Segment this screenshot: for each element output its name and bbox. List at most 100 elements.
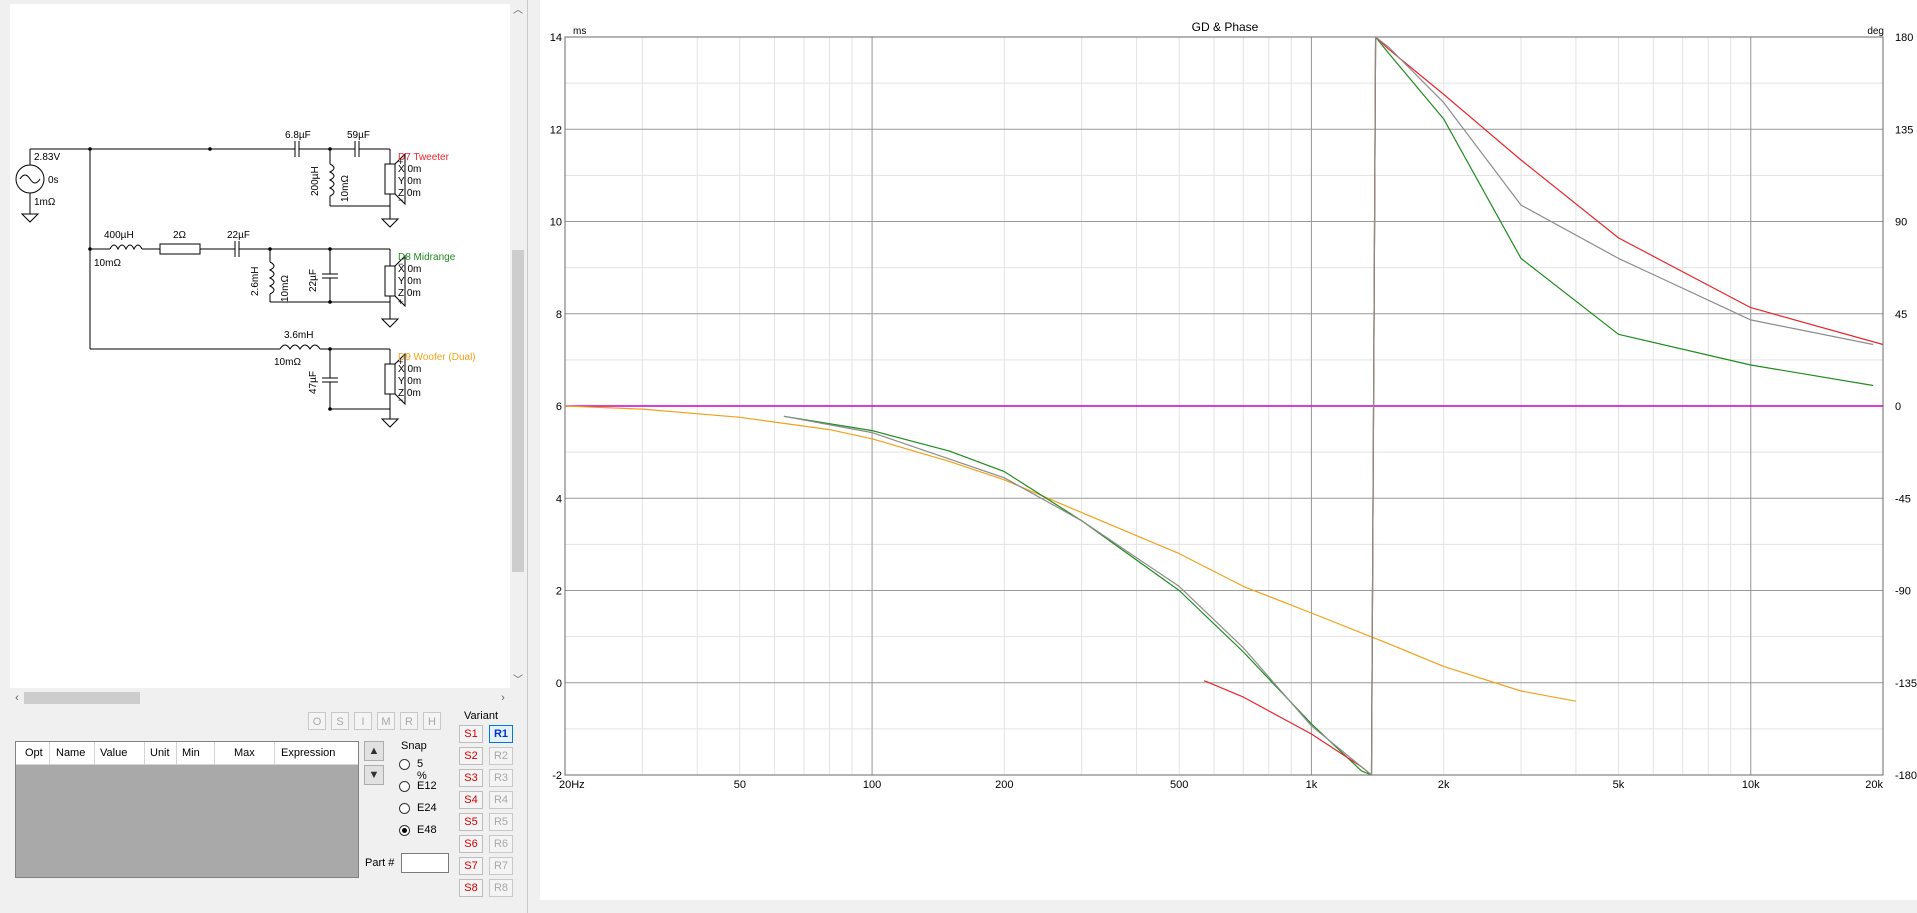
col-opt[interactable]: Opt — [25, 747, 43, 759]
variant-r5-button[interactable]: R5 — [489, 813, 513, 831]
col-max[interactable]: Max — [234, 747, 255, 759]
opt-o-button[interactable]: O — [308, 712, 326, 730]
schematic-canvas[interactable]: 2.83V 0s 1mΩ 6.8µF 59µF 200µH 10mΩ 400µH… — [10, 4, 510, 688]
y-left-tick-label: 4 — [556, 493, 562, 505]
mid-l2-label: 2.6mH — [250, 267, 261, 296]
move-down-button[interactable]: ▼ — [364, 765, 384, 785]
vertical-scroll-thumb[interactable] — [512, 250, 524, 572]
scroll-up-icon[interactable]: ︿ — [510, 4, 526, 18]
tw-l-label: 200µH — [310, 166, 321, 196]
part-number-label: Part # — [365, 857, 395, 869]
variant-s6-button[interactable]: S6 — [459, 835, 483, 853]
x-tick-label: 5k — [1613, 779, 1625, 791]
svg-text:+: + — [398, 157, 403, 167]
tweeter-driver-symbol[interactable] — [384, 163, 396, 195]
variant-s1-button[interactable]: S1 — [459, 725, 483, 743]
x-tick-label: 50 — [734, 779, 746, 791]
schematic-vertical-scrollbar[interactable]: ︿ ﹀ — [510, 4, 526, 688]
radio-icon[interactable] — [399, 781, 410, 792]
x-tick-label: 1k — [1306, 779, 1318, 791]
radio-selected-icon[interactable] — [399, 825, 410, 836]
opt-r-button[interactable]: R — [400, 712, 418, 730]
scroll-left-icon[interactable]: ‹ — [10, 690, 24, 706]
opt-i-button[interactable]: I — [354, 712, 372, 730]
col-unit[interactable]: Unit — [150, 747, 170, 759]
scroll-right-icon[interactable]: › — [496, 690, 510, 706]
scroll-down-icon[interactable]: ﹀ — [510, 674, 526, 688]
radio-icon[interactable] — [399, 803, 410, 814]
x-tick-label: 500 — [1170, 779, 1188, 791]
variant-s3-button[interactable]: S3 — [459, 769, 483, 787]
col-min[interactable]: Min — [182, 747, 200, 759]
y-right-unit-label: deg — [1867, 26, 1884, 37]
y-right-tick-label: 180 — [1895, 32, 1913, 44]
opt-m-button[interactable]: M — [377, 712, 395, 730]
variant-r4-button[interactable]: R4 — [489, 791, 513, 809]
col-name[interactable]: Name — [56, 747, 85, 759]
driver-woofer-y: Y 0m — [398, 376, 421, 387]
snap-group: Snap 5 % E12 E24 E48 — [399, 740, 437, 836]
svg-text:+: + — [398, 357, 403, 367]
variant-r1-button[interactable]: R1 — [489, 725, 513, 743]
svg-text:−: − — [398, 395, 403, 405]
opt-s-button[interactable]: S — [331, 712, 349, 730]
wf-c-label: 47µF — [308, 371, 319, 394]
y-left-tick-label: 8 — [556, 309, 562, 321]
y-left-tick-label: 6 — [556, 401, 562, 413]
mid-r-label: 2Ω — [173, 230, 187, 241]
y-right-tick-label: -180 — [1895, 770, 1917, 782]
variant-title: Variant — [464, 710, 499, 722]
variant-r7-button[interactable]: R7 — [489, 857, 513, 875]
y-right-tick-label: 135 — [1895, 124, 1913, 136]
y-right-tick-label: -90 — [1895, 586, 1911, 598]
y-right-tick-label: 0 — [1895, 401, 1901, 413]
wf-lr-label: 10mΩ — [274, 357, 301, 368]
driver-tweeter-name: D7 Tweeter — [398, 152, 450, 163]
triangle-up-icon: ▲ — [368, 745, 380, 757]
schematic-drawing[interactable]: 2.83V 0s 1mΩ 6.8µF 59µF 200µH 10mΩ 400µH… — [10, 4, 510, 688]
variant-s8-button[interactable]: S8 — [459, 879, 483, 897]
col-value[interactable]: Value — [100, 747, 127, 759]
col-expression[interactable]: Expression — [281, 747, 335, 759]
variant-group: Variant S1 R1 S2 R2 S3 R3 S4 R4 S5 R5 S6… — [456, 710, 522, 906]
schematic-horizontal-scrollbar[interactable]: ‹ › — [10, 690, 510, 706]
variant-s7-button[interactable]: S7 — [459, 857, 483, 875]
y-left-tick-label: 2 — [556, 586, 562, 598]
snap-title: Snap — [401, 740, 427, 752]
variant-r3-button[interactable]: R3 — [489, 769, 513, 787]
tw-c2-label: 59µF — [347, 130, 370, 141]
woofer-driver-symbol[interactable] — [384, 363, 396, 395]
y-left-tick-label: 14 — [550, 32, 562, 44]
y-right-tick-label: 90 — [1895, 217, 1907, 229]
x-tick-label: 20Hz — [559, 779, 585, 791]
y-left-tick-label: 10 — [550, 217, 562, 229]
horizontal-scroll-thumb[interactable] — [24, 692, 140, 704]
part-number-input[interactable] — [401, 853, 449, 873]
triangle-down-icon: ▼ — [368, 769, 380, 781]
gd-phase-chart[interactable]: 20Hz 50 100 200 500 1k 2k 5k 10k 20k -2 0 2 4 6 8 10 12 14… — [540, 0, 1917, 900]
source-resistance-label: 1mΩ — [34, 197, 56, 208]
driver-midrange-name: D8 Midrange — [398, 252, 456, 263]
chart-title: GD & Phase — [1192, 20, 1259, 34]
midrange-driver-symbol[interactable] — [384, 265, 396, 297]
source-voltage-label: 2.83V — [34, 152, 60, 163]
variant-s5-button[interactable]: S5 — [459, 813, 483, 831]
x-tick-label: 100 — [863, 779, 881, 791]
mid-l1-label: 400µH — [104, 230, 134, 241]
move-up-button[interactable]: ▲ — [364, 741, 384, 761]
svg-text:−: − — [398, 259, 403, 269]
variant-s2-button[interactable]: S2 — [459, 747, 483, 765]
x-tick-label: 200 — [995, 779, 1013, 791]
x-tick-label: 20k — [1865, 779, 1883, 791]
y-left-tick-label: 12 — [550, 124, 562, 136]
variant-r8-button[interactable]: R8 — [489, 879, 513, 897]
variant-s4-button[interactable]: S4 — [459, 791, 483, 809]
driver-tweeter-y: Y 0m — [398, 176, 421, 187]
variant-r2-button[interactable]: R2 — [489, 747, 513, 765]
variant-r6-button[interactable]: R6 — [489, 835, 513, 853]
radio-icon[interactable] — [399, 759, 410, 770]
gd-phase-graph-panel[interactable]: 20Hz 50 100 200 500 1k 2k 5k 10k 20k -2 0 2 4 6 8 10 12 14… — [540, 0, 1917, 900]
opt-h-button[interactable]: H — [423, 712, 441, 730]
y-right-tick-label: -135 — [1895, 678, 1917, 690]
parameter-table[interactable]: Opt Name Value Unit Min Max Expression — [15, 741, 359, 878]
